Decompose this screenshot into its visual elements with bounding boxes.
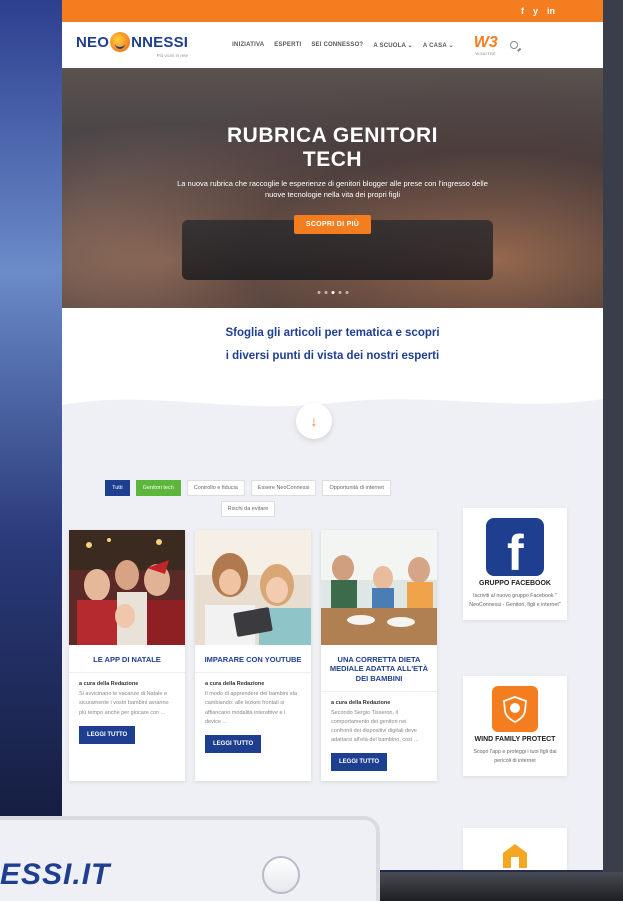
logo-text-prefix: NEO <box>76 33 110 51</box>
filter-rischi-da-evitare[interactable]: Rischi da evitare <box>220 501 276 517</box>
article-title[interactable]: IMPARARE CON YOUTUBE <box>195 645 311 674</box>
article-excerpt: Secondo Sergio Tisseron, il comportament… <box>331 710 419 744</box>
linkedin-icon[interactable]: in <box>547 6 555 16</box>
article-title[interactable]: LE APP DI NATALE <box>69 645 185 674</box>
windtre-label: WINDTRE <box>475 50 497 56</box>
windtre-logo[interactable]: W3 WINDTRE <box>473 33 498 56</box>
smiley-logo-icon <box>110 32 131 52</box>
home-app-icon <box>497 838 533 870</box>
article-card[interactable]: UNA CORRETTA DIETA MEDIALE ADATTA ALL'ET… <box>321 530 437 782</box>
article-excerpt: Il modo di apprendere dei bambini sta ca… <box>205 691 298 725</box>
logo-tagline: Più vicini in rete <box>156 53 189 58</box>
nav-item-a-scuola[interactable]: A SCUOLA ⌄ <box>373 42 413 49</box>
slider-dot[interactable] <box>324 291 327 294</box>
widget-title: WIND FAMILY PROTECT <box>474 736 556 743</box>
hero-subtitle: La nuova rubrica che raccoglie le esperi… <box>177 179 488 199</box>
leggi-tutto-button[interactable]: LEGGI TUTTO <box>205 734 262 753</box>
hero-slider: RUBRICA GENITORI TECH La nuova rubrica c… <box>62 68 603 308</box>
laptop-edge <box>380 872 623 901</box>
intro-section: Sfoglia gli articoli per tematica e scop… <box>62 308 603 419</box>
slider-dots <box>317 291 348 294</box>
articles-section: ↓ Tutti Genitori tech Controllo e fiduci… <box>62 403 603 870</box>
filter-tutti[interactable]: Tutti <box>105 480 130 496</box>
main-nav: INIZIATIVA ESPERTI SEI CONNESSO? A SCUOL… <box>232 42 454 49</box>
backdrop-left-device <box>0 0 62 901</box>
third-widget[interactable] <box>463 828 567 870</box>
article-author: a cura della Redazione <box>205 681 265 688</box>
article-card[interactable]: IMPARARE CON YOUTUBE a cura della Redazi… <box>195 530 311 782</box>
widget-text: Scopri l'app e proteggi i tuoi figli dai… <box>473 749 557 765</box>
article-card[interactable]: LE APP DI NATALE a cura della Redazione … <box>69 530 185 782</box>
article-image-tablet-children[interactable] <box>195 530 311 645</box>
intro-line-2: i diversi punti di vista dei nostri espe… <box>225 350 440 362</box>
nav-item-sei-connesso[interactable]: SEI CONNESSO? <box>311 42 363 49</box>
widget-title: GRUPPO FACEBOOK <box>479 580 551 587</box>
article-excerpt: Si avvicinano le vacanze di Natale e sic… <box>79 691 169 716</box>
leggi-tutto-button[interactable]: LEGGI TUTTO <box>331 753 388 772</box>
article-author: a cura della Redazione <box>79 681 139 688</box>
facebook-icon[interactable]: f <box>521 6 524 16</box>
widget-text: Iscriviti al nuovo gruppo Facebook " Neo… <box>469 593 561 609</box>
wave-divider <box>62 399 603 419</box>
facebook-icon <box>486 518 544 576</box>
intro-line-1: Sfoglia gli articoli per tematica e scop… <box>225 327 440 339</box>
windtre-mark: W3 <box>473 33 498 51</box>
filter-essere-neoconnessi[interactable]: Essere NeoConnessi <box>250 480 317 496</box>
slider-dot-active[interactable] <box>331 291 334 294</box>
slider-dot[interactable] <box>338 291 341 294</box>
twitter-icon[interactable]: y <box>533 6 538 16</box>
shield-app-icon <box>492 686 538 732</box>
hero-title-line-1: RUBRICA GENITORI <box>226 124 438 147</box>
site-url-text: ESSI.IT <box>0 858 111 891</box>
website-screen: f y in NEO NNESSI Più vicini in rete INI… <box>62 0 603 870</box>
tablet-home-button <box>262 856 300 894</box>
top-bar: f y in <box>62 0 603 22</box>
wind-family-protect-widget[interactable]: WIND FAMILY PROTECT Scopri l'app e prote… <box>463 676 567 777</box>
category-filters: Tutti Genitori tech Controllo e fiducia … <box>98 480 398 517</box>
article-cards: LE APP DI NATALE a cura della Redazione … <box>69 530 437 782</box>
nav-item-a-casa[interactable]: A CASA ⌄ <box>423 42 454 49</box>
scroll-down-button[interactable]: ↓ <box>296 403 332 439</box>
slider-dot[interactable] <box>345 291 348 294</box>
filter-opportunita-di-internet[interactable]: Opportunità di internet <box>322 480 391 496</box>
hero-title-line-2: TECH <box>302 147 363 171</box>
search-icon[interactable] <box>509 41 518 49</box>
article-title[interactable]: UNA CORRETTA DIETA MEDIALE ADATTA ALL'ET… <box>321 645 437 693</box>
backdrop-right-device <box>603 0 623 901</box>
article-author: a cura della Redazione <box>331 700 391 707</box>
facebook-group-widget[interactable]: GRUPPO FACEBOOK Iscriviti al nuovo grupp… <box>463 508 567 621</box>
scopri-di-piu-button[interactable]: SCOPRI DI PIÙ <box>293 214 372 234</box>
neoconnessi-logo[interactable]: NEO NNESSI Più vicini in rete <box>76 32 188 58</box>
article-image-christmas-family[interactable] <box>69 530 185 645</box>
nav-item-esperti[interactable]: ESPERTI <box>274 42 301 49</box>
filter-genitori-tech[interactable]: Genitori tech <box>135 480 181 496</box>
arrow-down-icon: ↓ <box>310 413 318 429</box>
site-header: NEO NNESSI Più vicini in rete INIZIATIVA… <box>62 22 603 68</box>
hero-title: RUBRICA GENITORI TECH <box>227 124 438 171</box>
leggi-tutto-button[interactable]: LEGGI TUTTO <box>79 725 136 744</box>
article-image-family-dinner[interactable] <box>321 530 437 645</box>
nav-item-iniziativa[interactable]: INIZIATIVA <box>232 42 264 49</box>
logo-text-suffix: NNESSI <box>131 33 189 51</box>
filter-controllo-e-fiducia[interactable]: Controllo e fiducia <box>186 480 245 496</box>
slider-dot[interactable] <box>317 291 320 294</box>
